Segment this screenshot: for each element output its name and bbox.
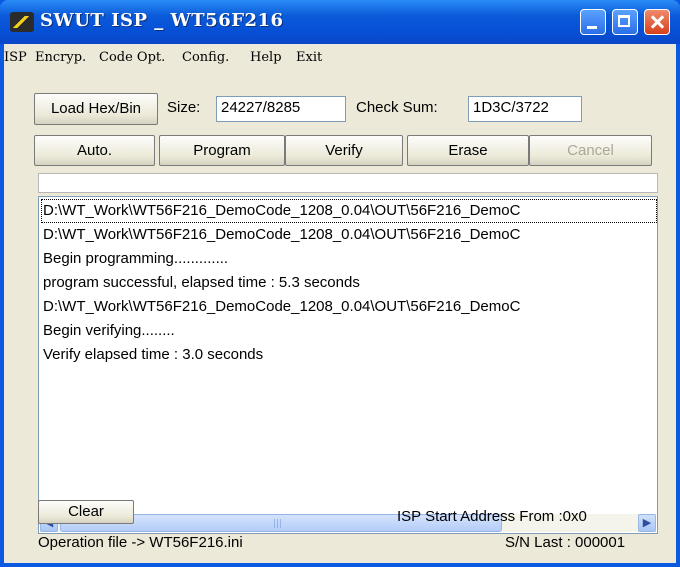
verify-button[interactable]: Verify <box>285 135 403 166</box>
menu-code-opt[interactable]: Code Opt. <box>99 50 165 65</box>
log-line: Begin verifying........ <box>43 322 175 339</box>
isp-window: SWUT ISP _ WT56F216 ISP Encryp. Code Opt… <box>0 0 680 567</box>
menu-isp[interactable]: ISP <box>4 50 27 65</box>
sn-last: S/N Last : 000001 <box>505 534 626 551</box>
cancel-button[interactable]: Cancel <box>529 135 652 166</box>
erase-button[interactable]: Erase <box>407 135 529 166</box>
scroll-grip-icon: ||| <box>273 519 283 529</box>
log-line: Begin programming............. <box>43 250 229 267</box>
menu-bar: ISP Encryp. Code Opt. Config. Help Exit <box>4 44 676 70</box>
operation-file: Operation file -> WT56F216.ini <box>38 534 243 551</box>
log-line: D:\WT_Work\WT56F216_DemoCode_1208_0.04\O… <box>43 226 521 243</box>
progress-bar <box>38 173 658 193</box>
size-field[interactable]: 24227/8285 <box>216 96 346 122</box>
scroll-right-icon[interactable]: ▶ <box>638 514 656 532</box>
menu-help[interactable]: Help <box>250 50 282 65</box>
menu-config[interactable]: Config. <box>182 50 229 65</box>
client-area: ISP Encryp. Code Opt. Config. Help Exit … <box>4 44 676 563</box>
log-line: D:\WT_Work\WT56F216_DemoCode_1208_0.04\O… <box>43 298 521 315</box>
maximize-icon[interactable] <box>612 9 638 35</box>
checksum-field[interactable]: 1D3C/3722 <box>468 96 582 122</box>
size-label: Size: <box>167 99 201 116</box>
window-title: SWUT ISP _ WT56F216 <box>40 10 284 31</box>
log-line: Verify elapsed time : 3.0 seconds <box>43 346 264 363</box>
title-bar[interactable]: SWUT ISP _ WT56F216 <box>0 0 680 44</box>
load-hex-bin-button[interactable]: Load Hex/Bin <box>34 93 158 125</box>
app-icon <box>10 12 34 32</box>
menu-exit[interactable]: Exit <box>296 50 322 65</box>
log-line: program successful, elapsed time : 5.3 s… <box>43 274 360 291</box>
menu-encryp[interactable]: Encryp. <box>35 50 86 65</box>
minimize-icon[interactable] <box>580 9 606 35</box>
auto-button[interactable]: Auto. <box>34 135 155 166</box>
log-line: D:\WT_Work\WT56F216_DemoCode_1208_0.04\O… <box>43 202 521 219</box>
log-listbox[interactable]: D:\WT_Work\WT56F216_DemoCode_1208_0.04\O… <box>38 196 658 534</box>
close-icon[interactable] <box>644 9 670 35</box>
checksum-label: Check Sum: <box>356 99 438 116</box>
clear-button[interactable]: Clear <box>38 500 134 524</box>
program-button[interactable]: Program <box>159 135 285 166</box>
isp-start-address: ISP Start Address From :0x0 <box>397 508 587 525</box>
